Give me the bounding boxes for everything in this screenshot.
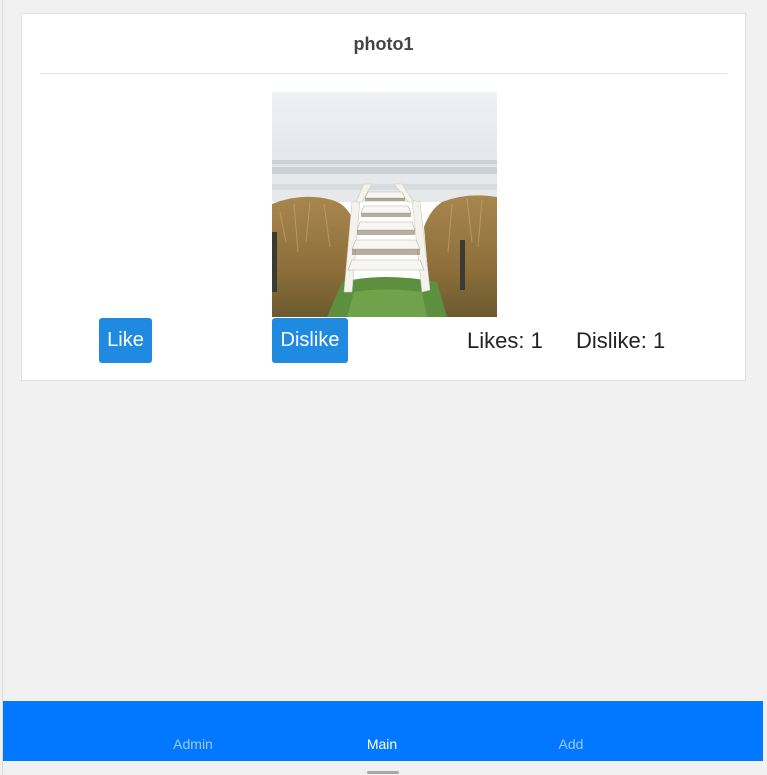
title-divider <box>40 73 727 74</box>
tab-add[interactable]: Add <box>559 736 584 752</box>
tab-admin[interactable]: Admin <box>173 736 213 752</box>
likes-count: Likes: 1 <box>467 328 543 353</box>
tab-main[interactable]: Main <box>367 736 397 752</box>
dislike-button[interactable]: Dislike <box>272 318 348 363</box>
app-screen: photo1 Like Dislike Likes: 1 Dislike: 1 … <box>2 0 763 775</box>
home-indicator <box>367 771 399 774</box>
photo-card: photo1 Like Dislike Likes: 1 Dislike: 1 <box>21 13 746 381</box>
like-button[interactable]: Like <box>99 318 152 363</box>
bottom-tab-bar: Admin Main Add <box>3 701 763 761</box>
photo-title: photo1 <box>353 34 414 54</box>
dislikes-count: Dislike: 1 <box>576 328 666 353</box>
photo-image <box>272 92 497 317</box>
